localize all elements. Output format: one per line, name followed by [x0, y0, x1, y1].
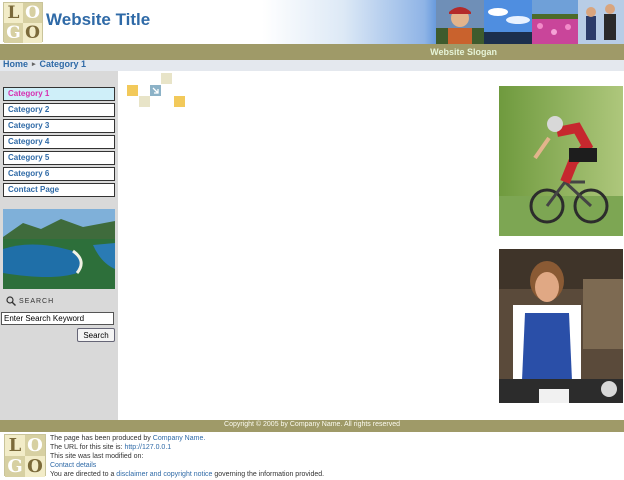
site-url-link[interactable]: http://127.0.0.1 — [124, 444, 171, 451]
footer-line: You are directed to a disclaimer and cop… — [50, 470, 324, 479]
nav-category-6[interactable]: Category 6 — [3, 167, 115, 181]
sky-photo — [484, 0, 532, 44]
company-name-link[interactable]: Company Name. — [153, 435, 206, 442]
logo-letter: G — [4, 23, 23, 43]
nav-category-3[interactable]: Category 3 — [3, 119, 115, 133]
magnifier-icon — [6, 296, 16, 306]
flowers-photo — [532, 0, 578, 44]
decor-square — [174, 96, 185, 107]
decor-square — [127, 85, 138, 96]
footer-line: The page has been produced by Company Na… — [50, 434, 324, 443]
search-input[interactable] — [1, 312, 114, 325]
footer-text: You are directed to a — [50, 471, 115, 478]
beach-photo — [3, 209, 115, 289]
chef-photo — [499, 249, 623, 403]
logo-letter: O — [23, 23, 42, 43]
footer-line: This site was last modified on: — [50, 452, 324, 461]
slogan-bar — [0, 44, 624, 60]
nav-contact-page[interactable]: Contact Page — [3, 183, 115, 197]
search-button[interactable]: Search — [77, 328, 115, 342]
family-photo — [578, 0, 624, 44]
site-logo[interactable]: L O G O — [3, 2, 43, 43]
footer-line: Contact details — [50, 461, 324, 470]
logo-letter: O — [25, 435, 45, 456]
search-label: SEARCH — [6, 296, 54, 306]
site-slogan: Website Slogan — [430, 47, 497, 57]
arrow-down-right-icon — [150, 85, 161, 96]
person-photo — [436, 0, 484, 44]
footer-text: The URL for this site is: — [50, 444, 123, 451]
breadcrumb-current[interactable]: Category 1 — [40, 59, 87, 69]
logo-letter: O — [25, 456, 45, 477]
search-label-text: SEARCH — [19, 297, 55, 305]
nav-category-1[interactable]: Category 1 — [3, 87, 115, 101]
footer-text: The page has been produced by — [50, 435, 151, 442]
decor-square — [139, 96, 150, 107]
copyright-text: Copyright © 2005 by Company Name. All ri… — [224, 421, 400, 428]
breadcrumb: Home ▸ Category 1 — [3, 59, 86, 69]
logo-letter: O — [23, 3, 42, 23]
contact-details-link[interactable]: Contact details — [50, 462, 96, 469]
site-title: Website Title — [46, 10, 151, 29]
footer-line: The URL for this site is: http://127.0.0… — [50, 443, 324, 452]
logo-letter: G — [5, 456, 25, 477]
footer-logo: L O G O — [4, 434, 46, 477]
disclaimer-link[interactable]: disclaimer and copyright notice — [116, 471, 212, 478]
chevron-right-icon: ▸ — [32, 61, 36, 68]
decor-square — [161, 73, 172, 84]
footer-info: The page has been produced by Company Na… — [50, 434, 324, 479]
nav-category-5[interactable]: Category 5 — [3, 151, 115, 165]
footer-text: This site was last modified on: — [50, 453, 144, 460]
breadcrumb-home-link[interactable]: Home — [3, 59, 28, 69]
header-photo-strip — [436, 0, 624, 44]
nav-category-4[interactable]: Category 4 — [3, 135, 115, 149]
nav-category-2[interactable]: Category 2 — [3, 103, 115, 117]
cyclist-photo — [499, 86, 623, 236]
logo-letter: L — [5, 435, 25, 456]
footer-text: governing the information provided. — [214, 471, 325, 478]
logo-letter: L — [4, 3, 23, 23]
breadcrumb-bar — [0, 60, 624, 71]
